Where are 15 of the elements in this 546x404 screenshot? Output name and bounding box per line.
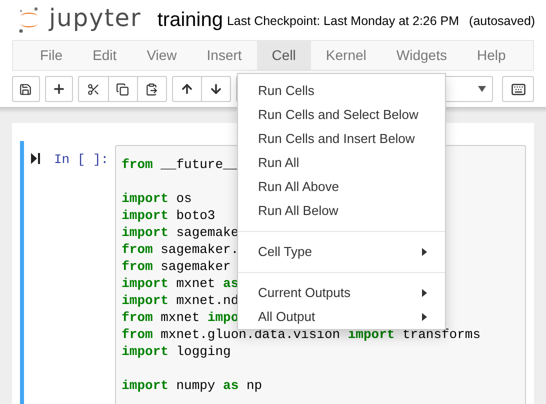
code-line: from mxnet.gluon.data.vision import transforms <box>122 326 481 343</box>
autosave-status: (autosaved) <box>469 12 536 30</box>
input-prompt: In [ ]: <box>54 151 109 169</box>
code-line: import sagemake <box>122 224 239 241</box>
code-line: import numpy as np <box>122 377 262 394</box>
code-line: import mxnet.nd <box>122 292 239 309</box>
code-line: from __future__ <box>122 156 239 173</box>
code-line: import os <box>122 190 192 207</box>
code-line: from mxnet impo <box>122 309 239 326</box>
code-line: import logging <box>122 343 231 360</box>
code-line: import boto3 <box>122 207 216 224</box>
code-line: from sagemaker <box>122 258 231 275</box>
code-line: from sagemaker. <box>122 241 239 258</box>
logo-text: jupyter <box>49 6 142 30</box>
checkpoint-text: Last Checkpoint: Last Monday at 2:26 PM <box>226 12 460 30</box>
